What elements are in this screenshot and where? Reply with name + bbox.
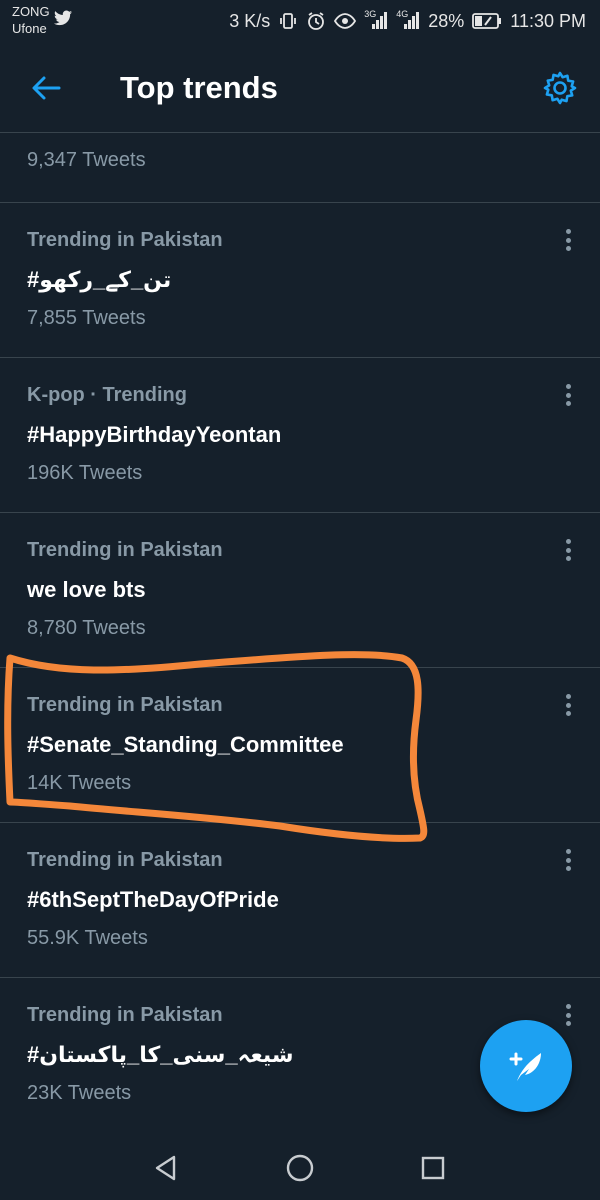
network-speed: 3 K/s <box>229 10 271 31</box>
signal-3g-icon: 3G <box>364 9 388 31</box>
more-options-icon[interactable] <box>558 847 578 873</box>
carrier-2: Ufone <box>12 21 47 36</box>
trend-context: K-pop · Trending <box>27 384 187 406</box>
square-recents-icon <box>421 1156 445 1180</box>
trend-name: #HappyBirthdayYeontan <box>27 422 282 447</box>
trends-list: 9,347 Tweets Trending in Pakistan #تن_کے… <box>0 133 600 1133</box>
signal-1-label: 3G <box>364 9 377 19</box>
trend-name: #Senate_Standing_Committee <box>27 732 344 757</box>
more-options-icon[interactable] <box>558 537 578 563</box>
more-options-icon[interactable] <box>558 692 578 718</box>
status-indicators: 3 K/s 3G 4G 28% 11:30 PM <box>229 9 586 33</box>
top-app-bar: Top trends <box>0 44 600 133</box>
signal-2-label: 4G <box>396 9 409 19</box>
trend-name: #شیعہ_سنی_کا_پاکستان <box>27 1042 294 1067</box>
more-options-icon[interactable] <box>558 382 578 408</box>
carrier-1: ZONG <box>12 4 50 19</box>
more-options-icon[interactable] <box>558 227 578 253</box>
tweet-count: 9,347 Tweets <box>27 149 146 171</box>
clock-time: 11:30 PM <box>510 10 586 31</box>
tweet-count: 23K Tweets <box>27 1082 132 1104</box>
arrow-left-icon <box>32 76 61 100</box>
tweet-count: 14K Tweets <box>27 772 132 794</box>
compose-tweet-button[interactable] <box>480 1020 572 1112</box>
battery-percent: 28% <box>428 10 465 31</box>
alarm-icon <box>306 11 326 31</box>
circle-home-icon <box>286 1154 314 1182</box>
nav-home-button[interactable] <box>282 1150 318 1186</box>
signal-4g-icon: 4G <box>396 9 420 31</box>
more-options-icon[interactable] <box>558 1002 578 1028</box>
system-navigation-bar <box>0 1132 600 1200</box>
gear-icon <box>543 71 577 105</box>
trend-item[interactable]: K-pop · Trending #HappyBirthdayYeontan 1… <box>0 358 600 513</box>
carrier-labels: ZONG Ufone <box>12 3 50 37</box>
tweet-count: 55.9K Tweets <box>27 927 148 949</box>
trend-item[interactable]: Trending in Pakistan we love bts 8,780 T… <box>0 513 600 668</box>
vibrate-icon <box>278 11 298 31</box>
nav-recents-button[interactable] <box>415 1150 451 1186</box>
trend-item[interactable]: Trending in Pakistan #Senate_Standing_Co… <box>0 668 600 823</box>
tweet-count: 7,855 Tweets <box>27 307 146 329</box>
tweet-count: 196K Tweets <box>27 462 143 484</box>
nav-back-button[interactable] <box>148 1150 184 1186</box>
status-bar: ZONG Ufone 3 K/s 3G 4G 28% 11:30 PM <box>0 0 600 44</box>
trend-context: Trending in Pakistan <box>27 694 223 716</box>
eye-icon <box>334 11 357 31</box>
trend-context: Trending in Pakistan <box>27 849 223 871</box>
battery-icon <box>472 12 502 30</box>
trend-item[interactable]: Trending in Pakistan #تن_کے_رکھو 7,855 T… <box>0 203 600 358</box>
trend-context: Trending in Pakistan <box>27 539 223 561</box>
trend-context: Trending in Pakistan <box>27 229 223 251</box>
twitter-bird-icon <box>54 10 72 26</box>
trend-name: #6thSeptTheDayOfPride <box>27 887 279 912</box>
trend-context: Trending in Pakistan <box>27 1004 223 1026</box>
back-button[interactable] <box>26 68 66 108</box>
trend-item[interactable]: Trending in Pakistan #6thSeptTheDayOfPri… <box>0 823 600 978</box>
trend-name: #تن_کے_رکھو <box>27 267 172 292</box>
compose-tweet-icon <box>509 1052 541 1081</box>
trend-item-partial[interactable]: 9,347 Tweets <box>0 133 600 203</box>
page-title: Top trends <box>120 70 278 105</box>
triangle-back-icon <box>155 1155 176 1181</box>
settings-button[interactable] <box>540 68 580 108</box>
trend-name: we love bts <box>27 577 146 602</box>
tweet-count: 8,780 Tweets <box>27 617 146 639</box>
